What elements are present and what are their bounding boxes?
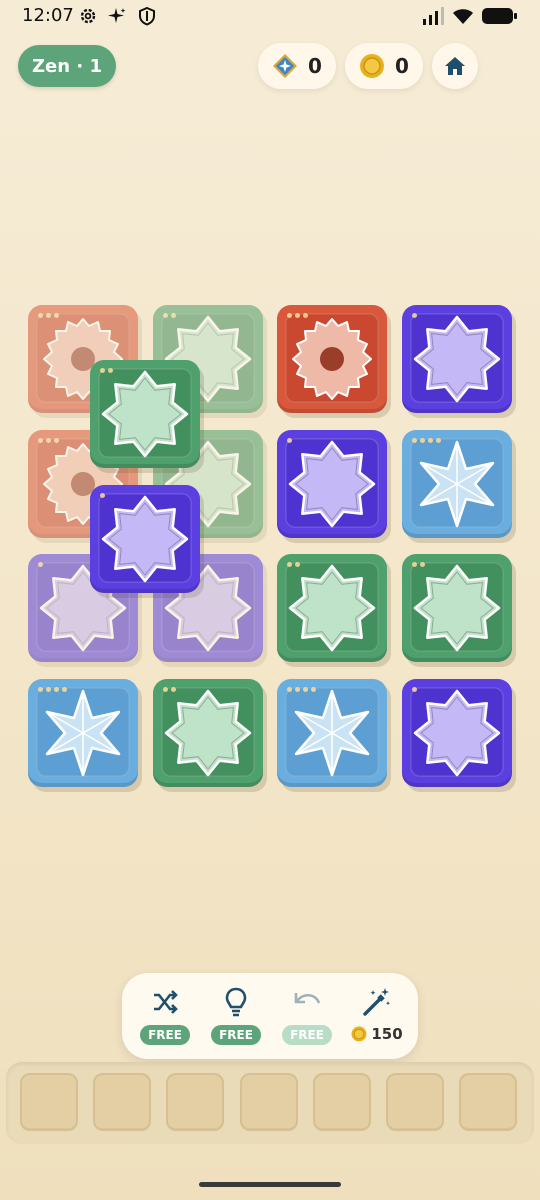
magic-wand-cost: 150 [351, 1025, 403, 1043]
undo-free-badge: FREE [282, 1025, 332, 1045]
tray-slot [20, 1073, 78, 1131]
octagram-icon [164, 689, 252, 777]
octagram-icon [413, 564, 501, 652]
coin-icon [360, 54, 384, 78]
coin-icon [351, 1026, 367, 1042]
green-octagram-tile[interactable] [277, 554, 387, 662]
magic-wand-icon [363, 988, 391, 1016]
lightbulb-icon [225, 987, 247, 1017]
home-icon [445, 57, 465, 75]
hexagram-icon [45, 689, 121, 777]
gems-counter[interactable]: 0 [258, 43, 336, 89]
undo-icon [294, 993, 321, 1004]
hexagram-icon [294, 689, 370, 777]
green-octagram-tile[interactable] [402, 554, 512, 662]
sparkle-icon [108, 8, 126, 23]
orange-sunburst-tile[interactable] [277, 305, 387, 413]
magic-wand-cost-value: 150 [371, 1025, 403, 1043]
powerup-toolbar: FREE FREE FREE 150 [122, 973, 418, 1059]
hint-free-badge: FREE [211, 1025, 261, 1045]
purple-octagram-tile[interactable] [90, 485, 200, 593]
blue-hexagram-tile[interactable] [402, 430, 512, 538]
tray-slot [459, 1073, 517, 1131]
green-octagram-tile[interactable] [153, 679, 263, 787]
tray-slot [386, 1073, 444, 1131]
mode-level-label: Zen · 1 [32, 55, 102, 77]
coins-count: 0 [395, 54, 409, 78]
purple-octagram-tile[interactable] [277, 430, 387, 538]
coins-counter[interactable]: 0 [345, 43, 423, 89]
home-indicator [199, 1182, 341, 1187]
gems-count: 0 [308, 54, 322, 78]
shuffle-free-badge: FREE [140, 1025, 190, 1045]
status-time: 12:07 [22, 5, 74, 26]
shuffle-button[interactable]: FREE [135, 985, 195, 1051]
hexagram-icon [419, 440, 495, 528]
tray-slot [166, 1073, 224, 1131]
hint-button[interactable]: FREE [206, 985, 266, 1051]
undo-button[interactable]: FREE [277, 985, 337, 1051]
mode-level-badge[interactable]: Zen · 1 [18, 45, 116, 87]
octagram-icon [413, 689, 501, 777]
tray-slot [93, 1073, 151, 1131]
purple-octagram-tile[interactable] [402, 679, 512, 787]
wifi-icon [453, 9, 473, 24]
magic-wand-button[interactable]: 150 [347, 985, 407, 1051]
tile-tray [6, 1062, 534, 1144]
tray-slot [313, 1073, 371, 1131]
settings-icon [80, 8, 96, 24]
status-bar: 12:07 [0, 0, 540, 34]
octagram-icon [413, 315, 501, 403]
shield-icon [139, 6, 155, 26]
blue-hexagram-tile[interactable] [277, 679, 387, 787]
tray-slot [240, 1073, 298, 1131]
octagram-icon [101, 495, 189, 583]
signal-icon [423, 7, 444, 25]
octagram-icon [288, 440, 376, 528]
octagram-icon [101, 370, 189, 458]
sunburst-icon [292, 318, 372, 400]
green-octagram-tile[interactable] [90, 360, 200, 468]
battery-icon [482, 8, 517, 24]
home-button[interactable] [432, 43, 478, 89]
shuffle-icon [154, 990, 178, 1014]
gem-icon [273, 54, 297, 78]
blue-hexagram-tile[interactable] [28, 679, 138, 787]
purple-octagram-tile[interactable] [402, 305, 512, 413]
octagram-icon [288, 564, 376, 652]
